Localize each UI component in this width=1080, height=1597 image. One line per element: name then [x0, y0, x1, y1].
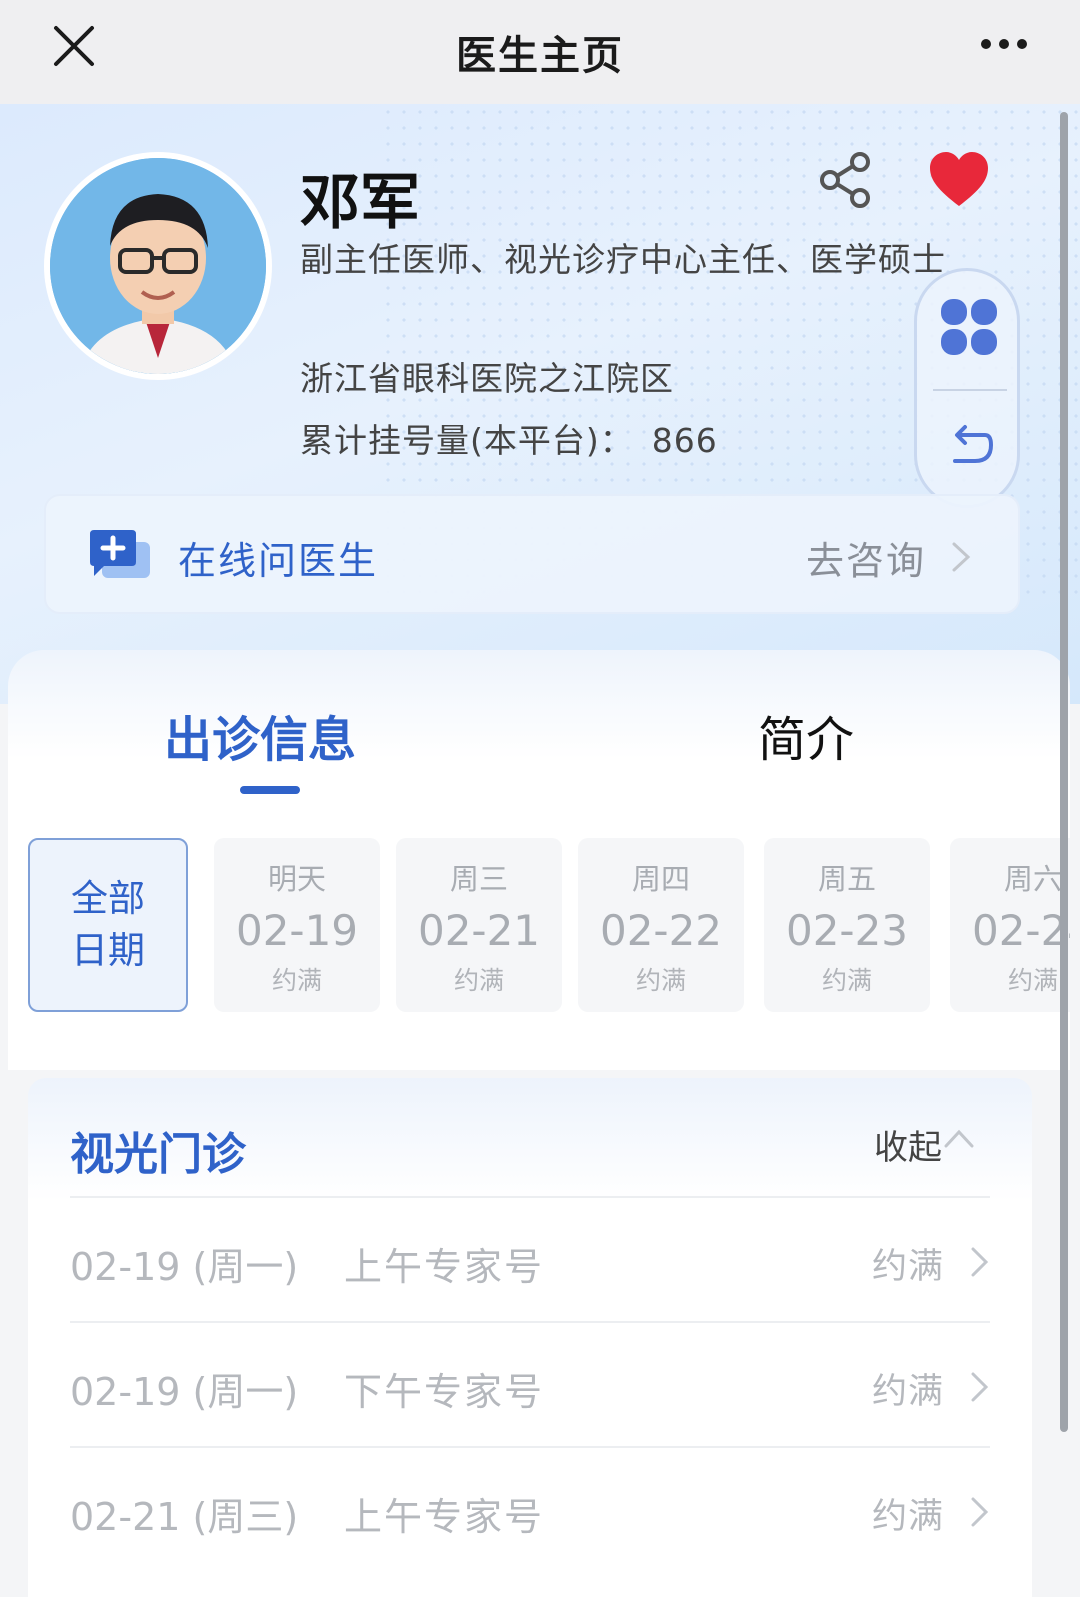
date-chip-all[interactable]: 全部 日期 [28, 838, 188, 1012]
ask-doctor-card[interactable]: 在线问医生 去咨询 [44, 494, 1020, 614]
schedule-status: 约满 [871, 1497, 944, 1537]
tab-introduction[interactable]: 简介 [758, 700, 854, 770]
share-icon[interactable] [816, 150, 876, 210]
doctor-avatar [44, 152, 272, 380]
date-chip-status: 约满 [271, 966, 322, 995]
chevron-right-icon [971, 1372, 989, 1402]
doctor-name: 邓军 [300, 168, 420, 238]
visit-info-card: 出诊信息 简介 全部 日期 明天 02-19 约满 周三 02-21 约满 周四… [8, 650, 1070, 1070]
floating-capsule [914, 268, 1020, 508]
date-chip-date: 02-24 [971, 906, 1070, 955]
back-icon[interactable] [945, 421, 993, 469]
date-chip-status: 约满 [453, 966, 504, 995]
schedule-type: 上午专家号 [344, 1245, 545, 1289]
page-title: 医生主页 [456, 33, 624, 79]
registration-count: 累计挂号量(本平台)： 866 [300, 414, 718, 462]
date-all-line1: 全部 [71, 877, 145, 920]
schedule-row[interactable]: 02-19 (周一) 下午专家号 约满 [70, 1321, 990, 1446]
schedule-row[interactable]: 02-21 (周三) 上午专家号 约满 [70, 1446, 990, 1571]
nav-bar: 医生主页 [0, 0, 1080, 104]
consult-link[interactable]: 去咨询 [806, 530, 926, 585]
schedule-date: 02-19 (周一) [70, 1245, 299, 1289]
doctor-hospital: 浙江省眼科医院之江院区 [300, 359, 674, 398]
tab-visit-info[interactable]: 出诊信息 [164, 700, 356, 770]
date-chip-status: 约满 [1007, 966, 1058, 995]
ask-doctor-label: 在线问医生 [178, 539, 379, 583]
chevron-right-icon [952, 542, 971, 572]
schedule-status: 约满 [871, 1372, 944, 1412]
chevron-right-icon [971, 1247, 989, 1277]
schedule-type: 上午专家号 [344, 1495, 545, 1539]
clinic-title: 视光门诊 [70, 1129, 246, 1180]
more-icon[interactable] [980, 36, 1028, 52]
chat-plus-icon [90, 530, 150, 578]
chevron-up-icon[interactable] [942, 1126, 976, 1150]
schedule-status: 约满 [871, 1247, 944, 1287]
date-chip[interactable]: 周三 02-21 约满 [396, 838, 562, 1012]
schedule-section: 视光门诊 收起 02-19 (周一) 上午专家号 约满 02-19 (周一) 下… [28, 1078, 1032, 1597]
registration-count-label: 累计挂号量(本平台)： [300, 421, 634, 460]
scrollbar[interactable] [1060, 112, 1068, 1432]
date-chip-date: 02-23 [785, 906, 909, 955]
active-tab-indicator [240, 786, 300, 794]
collapse-button[interactable]: 收起 [874, 1120, 942, 1169]
date-chip[interactable]: 周六 02-24 约满 [950, 838, 1070, 1012]
date-all-line2: 日期 [71, 929, 145, 972]
close-icon[interactable] [52, 24, 96, 68]
chevron-right-icon [971, 1497, 989, 1527]
date-chip-day: 周五 [817, 862, 876, 896]
date-chip[interactable]: 明天 02-19 约满 [214, 838, 380, 1012]
date-chip[interactable]: 周四 02-22 约满 [578, 838, 744, 1012]
doctor-profile-header: 邓军 副主任医师、视光诊疗中心主任、医学硕士 浙江省眼科医院之江院区 累计挂号量… [0, 104, 1080, 704]
doctor-title: 副主任医师、视光诊疗中心主任、医学硕士 [300, 240, 946, 279]
schedule-type: 下午专家号 [344, 1370, 545, 1414]
date-chip-day: 明天 [267, 862, 326, 896]
capsule-divider [933, 389, 1007, 391]
date-chip-status: 约满 [821, 966, 872, 995]
schedule-date: 02-21 (周三) [70, 1495, 299, 1539]
date-chip-day: 周六 [1003, 862, 1062, 896]
grid-icon[interactable] [939, 297, 999, 357]
schedule-date: 02-19 (周一) [70, 1370, 299, 1414]
schedule-row[interactable]: 02-19 (周一) 上午专家号 约满 [70, 1196, 990, 1321]
date-chip-day: 周四 [631, 862, 690, 896]
registration-count-value: 866 [651, 421, 718, 460]
date-chip-day: 周三 [449, 862, 508, 896]
date-chip-date: 02-19 [235, 906, 359, 955]
date-chip-status: 约满 [635, 966, 686, 995]
date-chip-date: 02-21 [417, 906, 541, 955]
date-chip[interactable]: 周五 02-23 约满 [764, 838, 930, 1012]
date-chip-date: 02-22 [599, 906, 723, 955]
heart-icon[interactable] [928, 150, 990, 208]
